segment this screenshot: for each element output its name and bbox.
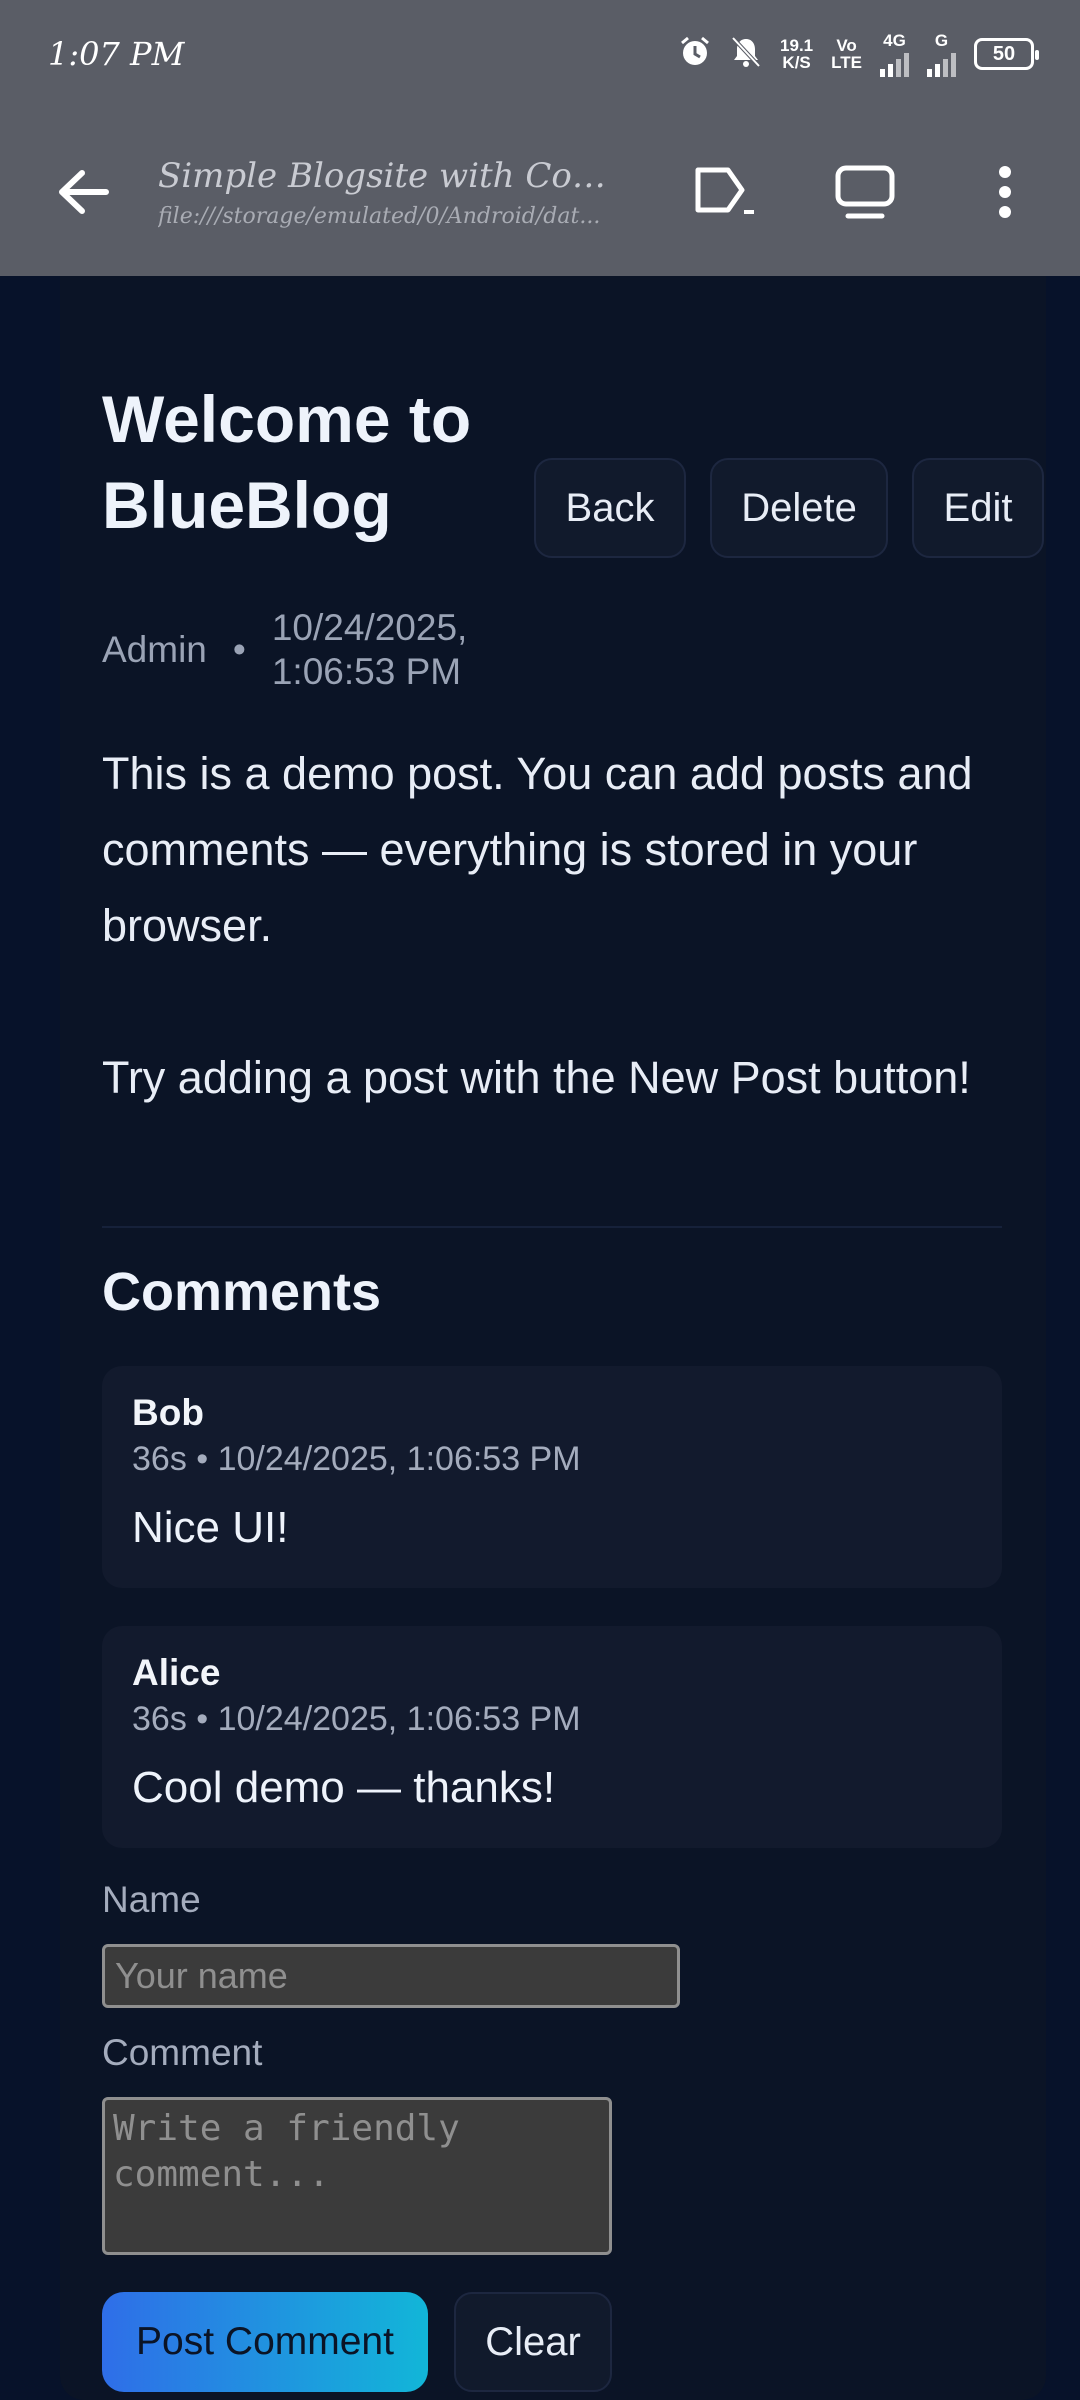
meta-separator: • <box>232 629 246 670</box>
browser-titles[interactable]: Simple Blogsite with Comme... file:///st… <box>158 156 618 229</box>
browser-page-title: Simple Blogsite with Comme... <box>158 155 618 196</box>
comment-item: Bob 36s • 10/24/2025, 1:06:53 PM Nice UI… <box>102 1366 1002 1588</box>
post-body: This is a demo post. You can add posts a… <box>102 736 1002 1116</box>
comment-text: Nice UI! <box>132 1503 289 1552</box>
browser-app-bar: Simple Blogsite with Comme... file:///st… <box>0 108 1080 276</box>
mute-bell-icon <box>730 35 762 74</box>
open-external-icon[interactable] <box>690 157 760 227</box>
comment-text: Cool demo — thanks! <box>132 1763 556 1812</box>
status-time: 1:07 PM <box>48 35 185 73</box>
browser-url: file:///storage/emulated/0/Android/dat..… <box>158 203 601 229</box>
network-4g: 4G <box>880 32 909 77</box>
comments-heading: Comments <box>102 1262 382 1322</box>
name-input[interactable] <box>102 1944 680 2008</box>
edit-button[interactable]: Edit <box>912 458 1044 558</box>
network-g-label: G <box>934 30 949 50</box>
comment-input[interactable] <box>102 2097 612 2255</box>
post-meta: Admin • 10/24/2025, 1:06:53 PM <box>102 606 512 694</box>
more-options-icon[interactable] <box>970 157 1040 227</box>
network-4g-label: 4G <box>883 30 906 50</box>
battery-level: 50 <box>992 42 1016 65</box>
comment-item: Alice 36s • 10/24/2025, 1:06:53 PM Cool … <box>102 1626 1002 1848</box>
battery-icon: 50 <box>974 38 1039 70</box>
signal-bars-icon <box>880 49 909 77</box>
post-comment-button[interactable]: Post Comment <box>102 2292 428 2392</box>
post-paragraph: This is a demo post. You can add posts a… <box>102 748 973 951</box>
post-card: Welcome to BlueBlog Back Delete Edit Adm… <box>60 276 1046 2400</box>
post-title: Welcome to BlueBlog <box>102 382 472 542</box>
signal-bars-2-icon <box>927 49 956 77</box>
divider <box>102 1226 1002 1228</box>
back-button[interactable]: Back <box>534 458 686 558</box>
comment-author: Bob <box>132 1392 204 1433</box>
net-speed-unit: K/S <box>782 53 811 72</box>
volte-indicator: Vo LTE <box>831 37 862 71</box>
back-arrow-icon[interactable] <box>48 157 118 227</box>
volte-top: Vo <box>836 36 857 55</box>
comment-meta: 36s • 10/24/2025, 1:06:53 PM <box>132 1700 581 1738</box>
comment-label: Comment <box>102 2032 263 2073</box>
net-speed-value: 19.1 <box>780 36 814 55</box>
alarm-icon <box>678 35 712 74</box>
clear-button[interactable]: Clear <box>454 2292 612 2392</box>
net-speed: 19.1 K/S <box>780 37 813 71</box>
delete-button[interactable]: Delete <box>710 458 888 558</box>
post-author: Admin <box>102 629 207 670</box>
post-header: Welcome to BlueBlog Back Delete Edit <box>102 376 1044 558</box>
comment-meta: 36s • 10/24/2025, 1:06:53 PM <box>132 1440 581 1478</box>
network-g: G <box>927 32 956 77</box>
comment-author: Alice <box>132 1652 221 1693</box>
status-icons: 19.1 K/S Vo LTE 4G G 50 <box>678 32 1039 77</box>
desktop-mode-icon[interactable] <box>830 157 900 227</box>
post-date: 10/24/2025, 1:06:53 PM <box>271 607 468 692</box>
name-label: Name <box>102 1879 201 1920</box>
browser-actions <box>690 157 1040 227</box>
status-bar: 1:07 PM 19.1 K/S Vo LTE 4G G 50 <box>0 0 1080 108</box>
volte-bottom: LTE <box>831 53 862 72</box>
post-paragraph: Try adding a post with the New Post butt… <box>102 1052 971 1103</box>
